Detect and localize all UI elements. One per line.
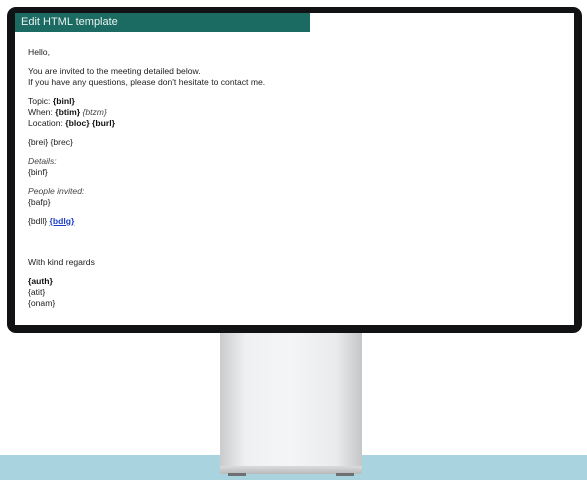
- regards-text: With kind regards: [28, 257, 95, 267]
- monitor-stand: [220, 330, 362, 468]
- details-label: Details:: [28, 156, 57, 166]
- bdll-placeholder: {bdll}: [28, 216, 48, 226]
- brei-placeholder: {brei}: [28, 137, 49, 147]
- brec-placeholder: {brec}: [50, 137, 73, 147]
- bdlg-link[interactable]: {bdlg}: [50, 216, 75, 226]
- details-placeholder: {binf}: [28, 167, 48, 177]
- timezone-placeholder: {btzm}: [82, 107, 107, 117]
- brei-line: {brei} {brec}: [28, 137, 566, 148]
- location-label: Location:: [28, 118, 63, 128]
- monitor: Edit HTML template Hello, You are invite…: [7, 7, 582, 333]
- screen: Edit HTML template Hello, You are invite…: [15, 13, 574, 325]
- monitor-foot-right: [336, 473, 354, 476]
- author-placeholder: {auth}: [28, 276, 53, 286]
- when-label: When:: [28, 107, 53, 117]
- download-line: {bdll} {bdlg}: [28, 216, 566, 227]
- people-invited-label: People invited:: [28, 186, 85, 196]
- topic-line: Topic: {binl}: [28, 96, 566, 107]
- organisation-placeholder: {onam}: [28, 298, 56, 308]
- monitor-foot-left: [228, 473, 246, 476]
- location-url-placeholder: {burl}: [92, 118, 115, 128]
- window-title-bar: Edit HTML template: [15, 13, 310, 32]
- template-editor[interactable]: Hello, You are invited to the meeting de…: [28, 47, 566, 317]
- intro-line-1: You are invited to the meeting detailed …: [28, 66, 201, 76]
- topic-label: Topic:: [28, 96, 51, 106]
- intro-line-2: If you have any questions, please don't …: [28, 77, 266, 87]
- when-line: When: {btim} {btzm}: [28, 107, 566, 118]
- location-placeholder: {bloc}: [65, 118, 90, 128]
- greeting-text: Hello,: [28, 47, 50, 57]
- window-title: Edit HTML template: [21, 16, 118, 28]
- people-invited-placeholder: {bafp}: [28, 197, 51, 207]
- location-line: Location: {bloc} {burl}: [28, 118, 566, 129]
- topic-placeholder: {binl}: [52, 96, 75, 106]
- author-title-placeholder: {atit}: [28, 287, 46, 297]
- when-placeholder: {btim}: [55, 107, 81, 117]
